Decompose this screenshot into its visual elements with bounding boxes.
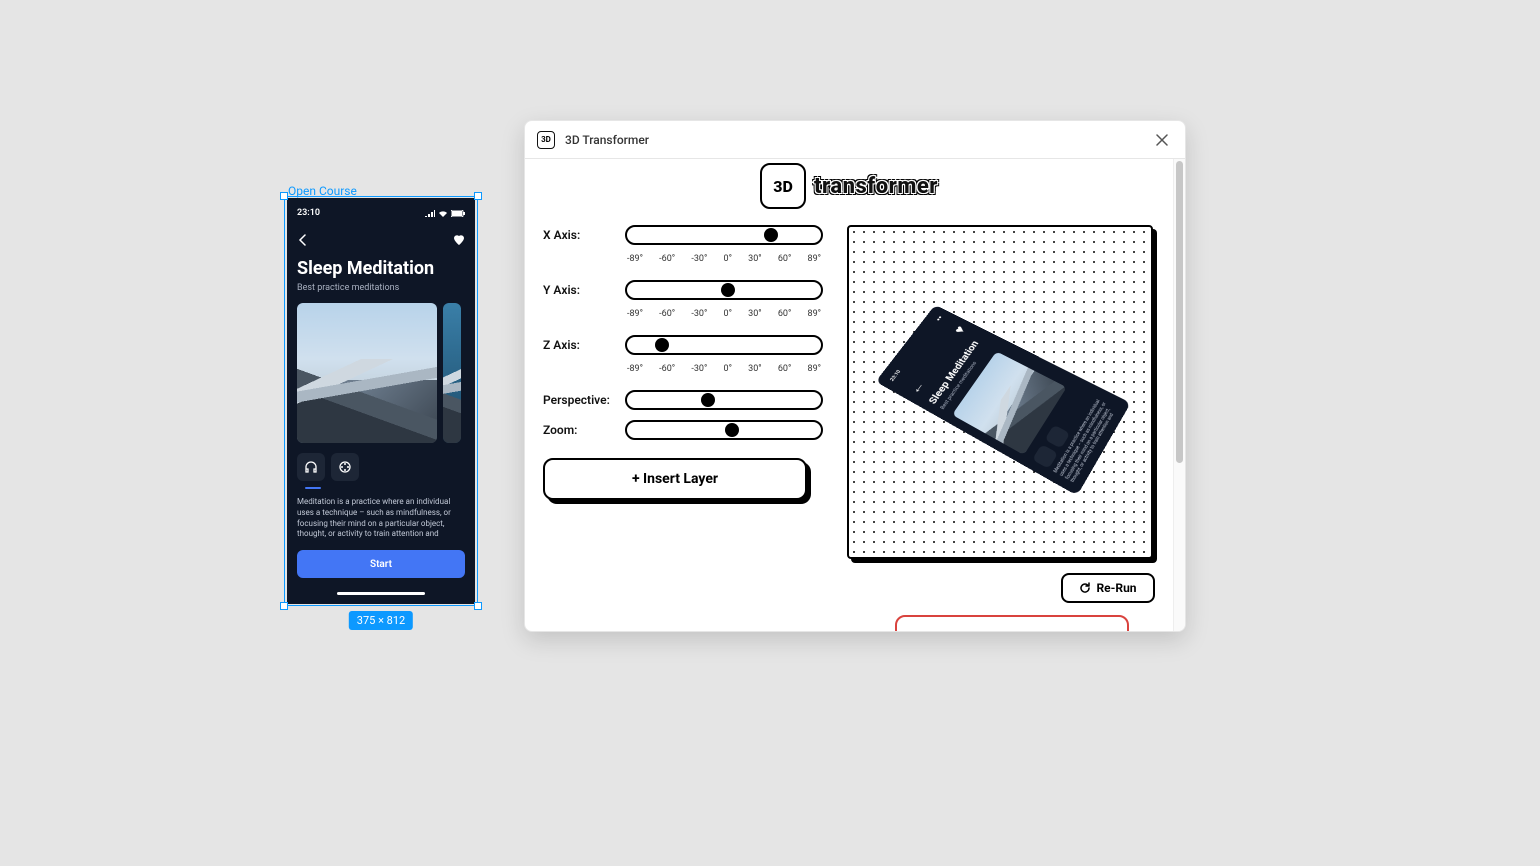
logo-text: transformer bbox=[814, 174, 938, 199]
resize-handle-tl[interactable] bbox=[280, 192, 288, 200]
yaxis-thumb[interactable] bbox=[721, 283, 735, 297]
bottom-button-peek[interactable] bbox=[895, 615, 1129, 631]
perspective-label: Perspective: bbox=[543, 393, 625, 407]
perspective-thumb[interactable] bbox=[701, 393, 715, 407]
rerun-label: Re-Run bbox=[1096, 581, 1136, 595]
back-icon[interactable] bbox=[297, 234, 309, 246]
video-chip[interactable] bbox=[331, 453, 359, 481]
signal-icon bbox=[425, 210, 435, 217]
zoom-label: Zoom: bbox=[543, 423, 625, 437]
controls-column: X Axis: -89°-60°-30°0°30°60°89° Y Axis: bbox=[543, 225, 823, 500]
yaxis-label: Y Axis: bbox=[543, 283, 625, 297]
status-time: 23:10 bbox=[297, 208, 320, 218]
battery-icon bbox=[451, 210, 465, 217]
screen-subtitle: Best practice meditations bbox=[295, 283, 467, 293]
tab-indicator bbox=[305, 487, 321, 489]
scrollbar-track[interactable] bbox=[1173, 159, 1185, 631]
yaxis-ticks: -89°-60°-30°0°30°60°89° bbox=[625, 309, 823, 319]
start-button[interactable]: Start bbox=[297, 550, 465, 578]
resize-handle-bl[interactable] bbox=[280, 602, 288, 610]
plugin-icon: 3D bbox=[537, 131, 555, 149]
phone-frame: 23:10 Sleep Meditation Best practice med… bbox=[287, 198, 475, 604]
xaxis-slider[interactable] bbox=[625, 225, 823, 245]
dimensions-badge: 375 × 812 bbox=[349, 611, 413, 630]
zaxis-slider[interactable] bbox=[625, 335, 823, 355]
wifi-icon bbox=[438, 210, 448, 217]
carousel-image-peek bbox=[443, 303, 461, 443]
xaxis-ticks: -89°-60°-30°0°30°60°89° bbox=[625, 254, 823, 264]
status-icons bbox=[425, 210, 465, 217]
resize-handle-br[interactable] bbox=[474, 602, 482, 610]
description-text: Meditation is a practice where an indivi… bbox=[295, 497, 467, 540]
headphones-icon bbox=[304, 460, 318, 474]
resize-handle-tr[interactable] bbox=[474, 192, 482, 200]
zaxis-thumb[interactable] bbox=[655, 338, 669, 352]
carousel-image bbox=[297, 303, 437, 443]
logo-badge: 3D bbox=[760, 163, 806, 209]
preview-column: 23:10●● ←♥ Sleep Meditation Best practic… bbox=[847, 225, 1155, 603]
zaxis-label: Z Axis: bbox=[543, 338, 625, 352]
close-icon bbox=[1156, 134, 1168, 146]
refresh-icon bbox=[1079, 582, 1091, 594]
panel-body: 3D transformer X Axis: -89°-60°-30°0°30°… bbox=[525, 159, 1173, 631]
insert-layer-button[interactable]: + Insert Layer bbox=[543, 458, 807, 500]
frame-selection[interactable]: 23:10 Sleep Meditation Best practice med… bbox=[284, 196, 478, 606]
xaxis-thumb[interactable] bbox=[764, 228, 778, 242]
plugin-logo: 3D transformer bbox=[525, 163, 1173, 209]
preview-phone: 23:10●● ←♥ Sleep Meditation Best practic… bbox=[876, 305, 1131, 496]
home-indicator bbox=[337, 592, 425, 595]
zoom-slider[interactable] bbox=[625, 420, 823, 440]
preview-box: 23:10●● ←♥ Sleep Meditation Best practic… bbox=[847, 225, 1153, 559]
rerun-button[interactable]: Re-Run bbox=[1061, 573, 1155, 603]
plugin-panel: 3D 3D Transformer 3D transformer X Axis: bbox=[524, 120, 1186, 632]
heart-icon[interactable] bbox=[453, 234, 465, 246]
zaxis-ticks: -89°-60°-30°0°30°60°89° bbox=[625, 364, 823, 374]
image-carousel[interactable] bbox=[295, 303, 467, 443]
scrollbar-thumb[interactable] bbox=[1176, 161, 1183, 463]
screen-title: Sleep Meditation bbox=[295, 258, 467, 279]
panel-title: 3D Transformer bbox=[565, 133, 649, 147]
perspective-slider[interactable] bbox=[625, 390, 823, 410]
xaxis-label: X Axis: bbox=[543, 228, 625, 242]
headphones-chip[interactable] bbox=[297, 453, 325, 481]
reel-icon bbox=[338, 460, 352, 474]
status-bar: 23:10 bbox=[295, 206, 467, 220]
yaxis-slider[interactable] bbox=[625, 280, 823, 300]
panel-header[interactable]: 3D 3D Transformer bbox=[525, 121, 1185, 159]
zoom-thumb[interactable] bbox=[725, 423, 739, 437]
close-button[interactable] bbox=[1151, 129, 1173, 151]
